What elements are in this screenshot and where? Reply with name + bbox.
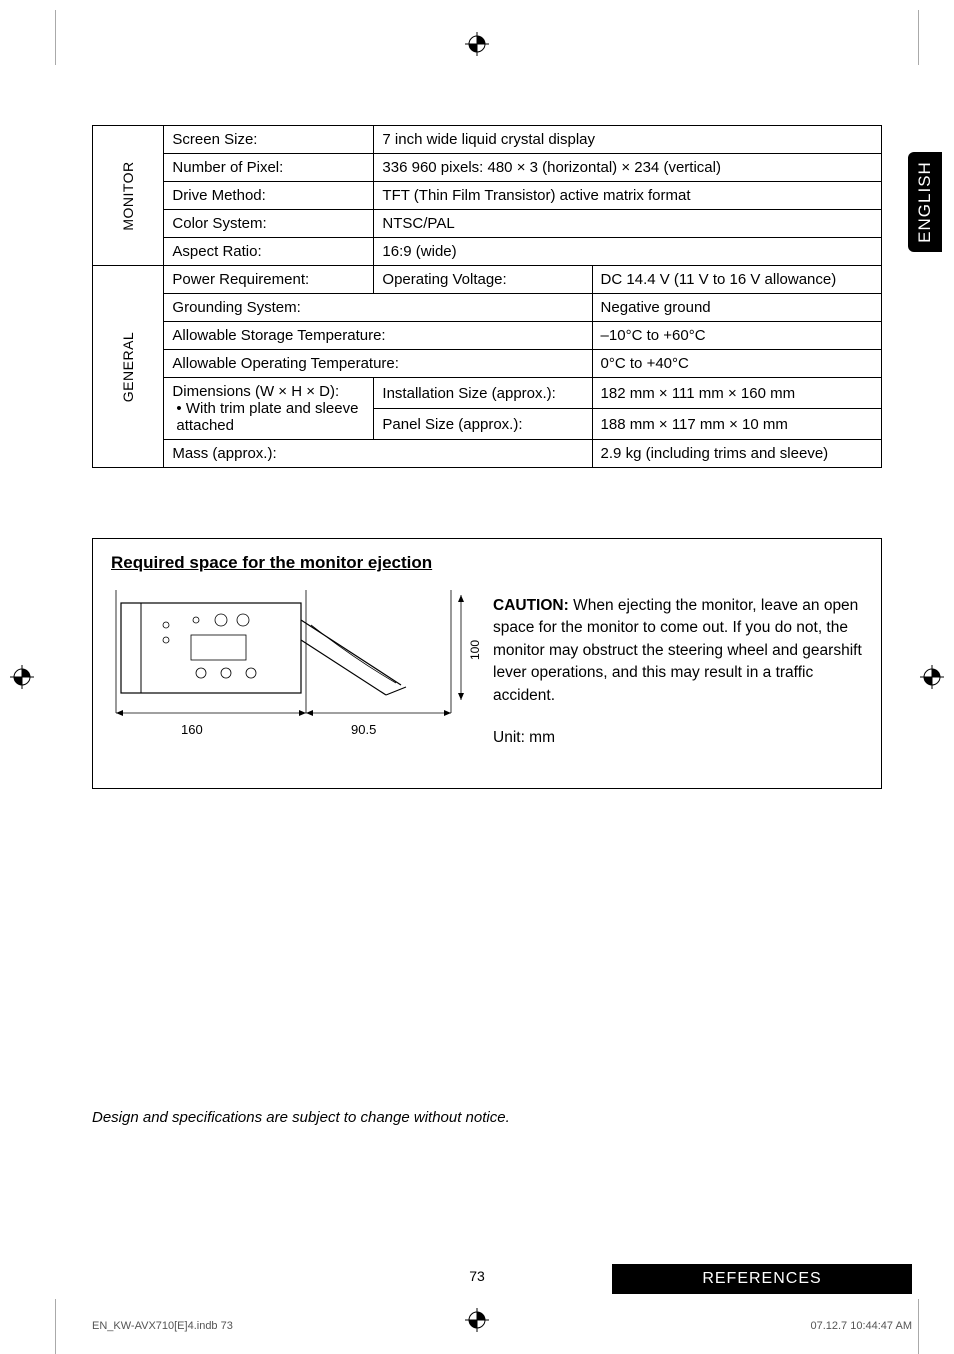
spec-table: MONITOR Screen Size: 7 inch wide liquid …: [92, 125, 882, 468]
spec-sublabel: Panel Size (approx.):: [374, 409, 592, 440]
table-row: Dimensions (W × H × D): With trim plate …: [93, 378, 882, 409]
registration-mark-icon: [465, 32, 489, 56]
spec-label: Drive Method:: [164, 182, 374, 210]
footer-timestamp: 07.12.7 10:44:47 AM: [810, 1320, 912, 1332]
diagram-box: Required space for the monitor ejection: [92, 538, 882, 789]
page-content: MONITOR Screen Size: 7 inch wide liquid …: [92, 125, 882, 1126]
spec-label: Number of Pixel:: [164, 154, 374, 182]
dimension-label: 90.5: [351, 722, 376, 737]
crop-mark: [55, 1299, 56, 1354]
crop-mark: [55, 10, 56, 65]
spec-value: 2.9 kg (including trims and sleeve): [592, 440, 881, 468]
spec-label: Power Requirement:: [164, 266, 374, 294]
table-row: Aspect Ratio: 16:9 (wide): [93, 238, 882, 266]
spec-value: TFT (Thin Film Transistor) active matrix…: [374, 182, 882, 210]
table-row: Grounding System: Negative ground: [93, 294, 882, 322]
language-tab-label: ENGLISH: [915, 161, 935, 243]
spec-value: DC 14.4 V (11 V to 16 V allowance): [592, 266, 881, 294]
table-row: Allowable Storage Temperature: –10°C to …: [93, 322, 882, 350]
spec-value: 7 inch wide liquid crystal display: [374, 126, 882, 154]
table-row: MONITOR Screen Size: 7 inch wide liquid …: [93, 126, 882, 154]
spec-value: –10°C to +60°C: [592, 322, 881, 350]
dimension-label: 160: [181, 722, 203, 737]
language-tab: ENGLISH: [908, 152, 942, 252]
table-row: GENERAL Power Requirement: Operating Vol…: [93, 266, 882, 294]
table-row: Color System: NTSC/PAL: [93, 210, 882, 238]
caution-text: CAUTION: When ejecting the monitor, leav…: [493, 595, 863, 707]
caution-label: CAUTION:: [493, 597, 569, 614]
spec-label: Aspect Ratio:: [164, 238, 374, 266]
page-number: 73: [469, 1268, 485, 1284]
table-row: Drive Method: TFT (Thin Film Transistor)…: [93, 182, 882, 210]
change-notice: Design and specifications are subject to…: [92, 1109, 882, 1126]
spec-value: 182 mm × 111 mm × 160 mm: [592, 378, 881, 409]
spec-label: Screen Size:: [164, 126, 374, 154]
crop-mark: [918, 10, 919, 65]
crop-mark: [918, 1299, 919, 1354]
spec-value: NTSC/PAL: [374, 210, 882, 238]
table-row: Number of Pixel: 336 960 pixels: 480 × 3…: [93, 154, 882, 182]
spec-value: Negative ground: [592, 294, 881, 322]
spec-value: 188 mm × 117 mm × 10 mm: [592, 409, 881, 440]
unit-label: Unit: mm: [493, 727, 863, 749]
ejection-diagram: 160 90.5 100: [111, 585, 471, 735]
diagram-title: Required space for the monitor ejection: [111, 553, 471, 573]
spec-label: Dimensions (W × H × D): With trim plate …: [164, 378, 374, 440]
registration-mark-icon: [920, 665, 944, 689]
spec-value: 336 960 pixels: 480 × 3 (horizontal) × 2…: [374, 154, 882, 182]
references-bar: REFERENCES: [612, 1264, 912, 1294]
spec-sublabel: Operating Voltage:: [374, 266, 592, 294]
registration-mark-icon: [465, 1308, 489, 1332]
table-row: Mass (approx.): 2.9 kg (including trims …: [93, 440, 882, 468]
section-header-general: GENERAL: [93, 266, 164, 468]
spec-label: Allowable Storage Temperature:: [164, 322, 592, 350]
spec-value: 0°C to +40°C: [592, 350, 881, 378]
spec-sublabel: Installation Size (approx.):: [374, 378, 592, 409]
dimension-label: 100: [468, 640, 482, 660]
spec-label: Grounding System:: [164, 294, 592, 322]
section-header-monitor: MONITOR: [93, 126, 164, 266]
spec-label: Mass (approx.):: [164, 440, 592, 468]
registration-mark-icon: [10, 665, 34, 689]
spec-value: 16:9 (wide): [374, 238, 882, 266]
spec-label: Allowable Operating Temperature:: [164, 350, 592, 378]
footer-filename: EN_KW-AVX710[E]4.indb 73: [92, 1320, 233, 1332]
table-row: Allowable Operating Temperature: 0°C to …: [93, 350, 882, 378]
spec-label: Color System:: [164, 210, 374, 238]
